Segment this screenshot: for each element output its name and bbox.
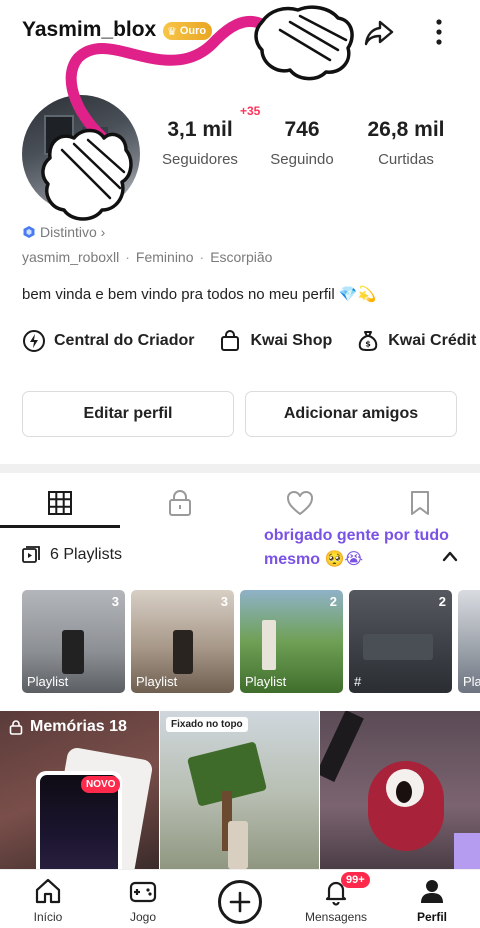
playlist-label: Playlist: [245, 674, 287, 689]
profile-header: Yasmim_blox ♛ Ouro: [0, 0, 480, 62]
grid-tab-icon[interactable]: [45, 488, 75, 518]
playlists-header[interactable]: 6 Playlists: [22, 546, 122, 564]
profile-sign: Escorpião: [210, 249, 273, 265]
content-tabs: [0, 478, 480, 530]
plus-icon: [229, 891, 251, 913]
profile-username: Yasmim_blox: [22, 18, 157, 41]
creature-mouth: [396, 781, 412, 803]
kwai-shop-label: Kwai Shop: [250, 332, 333, 349]
memories-title: Memórias 18: [8, 718, 127, 736]
profile-meta: yasmim_roboxll · Feminino · Escorpião: [22, 249, 272, 265]
character-figure: [228, 821, 248, 869]
gold-badge[interactable]: ♛ Ouro: [163, 22, 213, 40]
profile-avatar[interactable]: [22, 95, 140, 213]
money-bag-icon: $: [359, 331, 378, 351]
share-icon[interactable]: [362, 16, 396, 50]
overlay-caption: obrigado gente por tudo mesmo 🥺😭: [264, 527, 449, 568]
playlist-label: Playlist: [136, 674, 178, 689]
bookmark-tab-icon[interactable]: [405, 488, 435, 518]
nav-profile[interactable]: Perfil: [392, 876, 472, 924]
following-stat[interactable]: 746 Seguindo: [260, 118, 344, 168]
lock-icon: [9, 720, 23, 735]
new-followers-count: +35: [240, 104, 261, 118]
distintivo-label: Distintivo ›: [40, 224, 106, 240]
create-post-button[interactable]: [218, 880, 262, 924]
likes-count: 26,8 mil: [367, 118, 445, 141]
messages-badge: 99+: [341, 872, 370, 888]
playlist-icon: [22, 546, 40, 563]
followers-stat[interactable]: 3,1 mil Seguidores: [150, 118, 250, 168]
video-thumbnail[interactable]: Fixado no topo: [160, 711, 319, 869]
meta-separator: ·: [199, 249, 205, 265]
playlist-video-count: 3: [220, 594, 228, 609]
playlist-thumbnail-detail: [262, 620, 276, 670]
nav-profile-label: Perfil: [416, 910, 447, 924]
playlist-card[interactable]: Pla: [458, 590, 480, 693]
lightning-icon: [23, 330, 45, 352]
playlists-row: 3 Playlist 3 Playlist 2 Playlist 2 # Pla: [22, 590, 480, 694]
likes-stat[interactable]: 26,8 mil Curtidas: [356, 118, 456, 168]
more-options-icon[interactable]: [426, 16, 452, 48]
home-icon: [35, 878, 61, 904]
meta-separator: ·: [125, 249, 130, 265]
playlist-label: #: [354, 674, 362, 689]
video-grid: Memórias 18 NOVO Fixado no topo: [0, 711, 480, 869]
playlist-video-count: 2: [438, 594, 446, 609]
distintivo-link[interactable]: Distintivo ›: [22, 224, 105, 240]
playlist-video-count: 2: [329, 594, 337, 609]
avatar-room-detail-2: [82, 127, 108, 157]
gamepad-icon: [129, 881, 157, 903]
creator-center-label: Central do Criador: [54, 332, 195, 349]
purple-block: [454, 833, 480, 869]
playlist-thumbnail-detail: [363, 634, 433, 660]
nav-messages-label: Mensagens: [304, 910, 368, 924]
edit-profile-button[interactable]: Editar perfil: [22, 391, 234, 437]
creator-center-shortcut[interactable]: Central do Criador: [22, 326, 194, 356]
likes-label: Curtidas: [378, 151, 434, 168]
playlist-thumbnail-detail: [173, 630, 193, 674]
memories-cell[interactable]: Memórias 18 NOVO: [0, 711, 159, 869]
gold-badge-label: Ouro: [179, 25, 207, 37]
playlist-label: Pla: [463, 674, 480, 689]
avatar-room-detail: [44, 115, 74, 155]
followers-label: Seguidores: [162, 151, 238, 168]
nav-home[interactable]: Início: [8, 876, 88, 924]
playlist-card[interactable]: 3 Playlist: [131, 590, 234, 693]
lock-tab-icon[interactable]: [165, 488, 195, 518]
active-tab-indicator: [0, 525, 120, 528]
profile-handle: yasmim_roboxll: [22, 249, 120, 265]
heart-tab-icon[interactable]: [285, 488, 315, 518]
shopping-bag-icon: [221, 330, 240, 351]
video-thumbnail[interactable]: [320, 711, 480, 869]
playlists-count-label: 6 Playlists: [50, 546, 123, 563]
kwai-credit-shortcut[interactable]: $ Kwai Crédit: [356, 326, 476, 356]
playlist-thumbnail-detail: [62, 630, 84, 674]
badge-hexagon-icon: [23, 226, 35, 238]
memories-label: Memórias 18: [30, 718, 127, 735]
person-icon: [421, 880, 443, 903]
crown-icon: ♛: [167, 25, 177, 38]
playlist-card[interactable]: 2 #: [349, 590, 452, 693]
following-count: 746: [284, 118, 320, 141]
playlist-card[interactable]: 2 Playlist: [240, 590, 343, 693]
pinned-label: Fixado no topo: [166, 717, 248, 732]
profile-bio: bem vinda e bem vindo pra todos no meu p…: [22, 286, 377, 303]
profile-gender: Feminino: [135, 249, 194, 265]
new-badge: NOVO: [81, 776, 121, 793]
following-label: Seguindo: [270, 151, 334, 168]
profile-stats: 3,1 mil Seguidores 746 Seguindo 26,8 mil…: [150, 118, 480, 178]
nav-home-label: Início: [33, 910, 63, 924]
add-friends-button[interactable]: Adicionar amigos: [245, 391, 457, 437]
kwai-credit-label: Kwai Crédit: [388, 332, 477, 349]
followers-count: 3,1 mil: [167, 118, 233, 141]
playlist-label: Playlist: [27, 674, 69, 689]
playlist-card[interactable]: 3 Playlist: [22, 590, 125, 693]
svg-text:$: $: [365, 340, 371, 349]
nav-game[interactable]: Jogo: [103, 876, 183, 924]
playlist-video-count: 3: [111, 594, 119, 609]
creator-shortcuts: Central do Criador Kwai Shop $ Kwai Créd…: [22, 326, 480, 356]
section-divider: [0, 464, 480, 473]
kwai-shop-shortcut[interactable]: Kwai Shop: [218, 326, 332, 356]
nav-game-label: Jogo: [129, 910, 157, 924]
